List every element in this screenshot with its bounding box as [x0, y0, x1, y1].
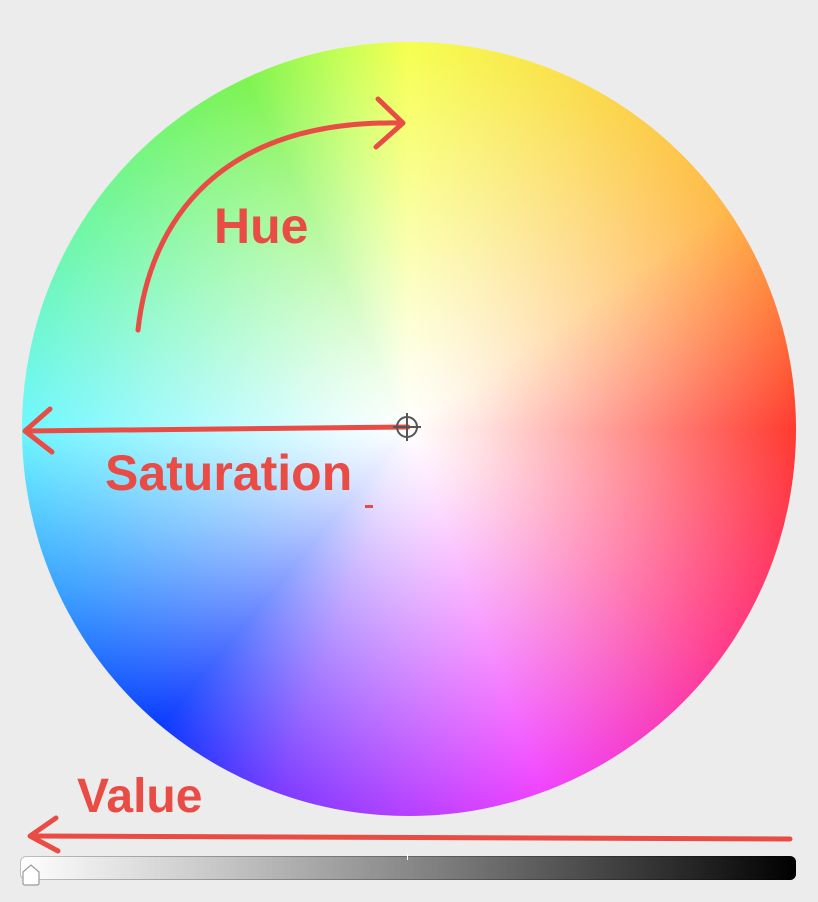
- slider-knob-icon[interactable]: [20, 864, 42, 886]
- value-label: Value: [77, 770, 203, 823]
- saturation-arrow: [23, 424, 411, 434]
- saturation-tick: [365, 505, 373, 508]
- hue-label: Hue: [214, 198, 309, 254]
- value-arrow: [29, 833, 793, 842]
- value-slider[interactable]: [20, 854, 796, 886]
- crosshair-icon[interactable]: [393, 413, 421, 441]
- saturation-label: Saturation: [105, 445, 353, 501]
- slider-center-tick: [407, 854, 408, 860]
